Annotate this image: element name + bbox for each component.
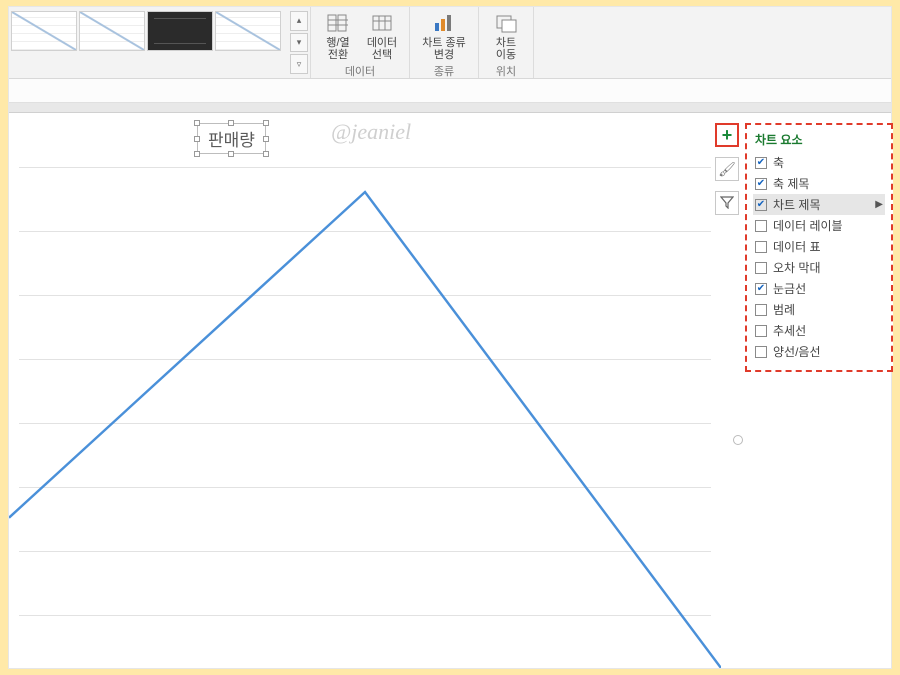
switch-row-col-icon xyxy=(326,11,350,35)
chart-elements-button[interactable]: + xyxy=(715,123,739,147)
group-caption: 위치 xyxy=(496,63,516,79)
gallery-scroll-up-icon[interactable]: ▴ xyxy=(290,11,308,31)
resize-handle[interactable] xyxy=(263,151,269,157)
menu-item[interactable]: 차트 제목 ▶ xyxy=(753,194,885,215)
group-caption: 데이터 xyxy=(345,63,375,79)
menu-item[interactable]: 오차 막대 xyxy=(753,257,885,278)
checkbox[interactable] xyxy=(755,304,767,316)
chart-style-thumb[interactable] xyxy=(11,11,77,51)
chart-style-gallery[interactable]: ▴ ▾ ▿ xyxy=(9,7,311,78)
gallery-scroll-down-icon[interactable]: ▾ xyxy=(290,33,308,53)
formula-bar-area xyxy=(9,79,891,103)
chart-styles-button[interactable]: 🖌 xyxy=(715,157,739,181)
app-frame: ▴ ▾ ▿ 행/열전환 데이터선택 데이 xyxy=(8,6,892,669)
button-label: 차트이동 xyxy=(496,37,516,61)
menu-item-label: 양선/음선 xyxy=(773,343,821,360)
ribbon-group-location: 차트이동 위치 xyxy=(479,7,534,78)
menu-item[interactable]: 데이터 레이블 xyxy=(753,215,885,236)
resize-handle[interactable] xyxy=(263,120,269,126)
menu-item-label: 축 xyxy=(773,154,784,171)
chart-plot-area[interactable] xyxy=(9,167,721,668)
resize-handle[interactable] xyxy=(228,151,234,157)
chart-title[interactable]: 판매량 xyxy=(197,123,266,154)
menu-item[interactable]: 양선/음선 xyxy=(753,341,885,362)
select-data-icon xyxy=(370,11,394,35)
resize-handle[interactable] xyxy=(194,136,200,142)
chart-style-thumb[interactable] xyxy=(79,11,145,51)
checkbox[interactable] xyxy=(755,241,767,253)
menu-item[interactable]: 눈금선 xyxy=(753,278,885,299)
button-label: 행/열전환 xyxy=(326,37,349,61)
menu-item-label: 데이터 표 xyxy=(773,238,821,255)
flyout-icon: ▶ xyxy=(875,199,883,210)
checkbox[interactable] xyxy=(755,346,767,358)
checkbox[interactable] xyxy=(755,325,767,337)
checkbox[interactable] xyxy=(755,283,767,295)
checkbox[interactable] xyxy=(755,157,767,169)
chart-title-text: 판매량 xyxy=(208,131,255,150)
gallery-more-icon[interactable]: ▿ xyxy=(290,54,308,74)
resize-handle[interactable] xyxy=(263,136,269,142)
resize-handle[interactable] xyxy=(194,151,200,157)
chart-style-thumb[interactable] xyxy=(147,11,213,51)
ribbon: ▴ ▾ ▿ 행/열전환 데이터선택 데이 xyxy=(9,7,891,79)
menu-item[interactable]: 축 xyxy=(753,152,885,173)
menu-item-label: 차트 제목 xyxy=(773,196,821,213)
row-separator xyxy=(9,103,891,113)
button-label: 차트 종류변경 xyxy=(422,37,466,61)
group-caption: 종류 xyxy=(434,63,454,79)
checkbox[interactable] xyxy=(755,199,767,211)
menu-title: 차트 요소 xyxy=(753,131,885,152)
chart-resize-handle[interactable] xyxy=(733,435,743,445)
ribbon-group-type: 차트 종류변경 종류 xyxy=(410,7,479,78)
menu-item[interactable]: 추세선 xyxy=(753,320,885,341)
brush-icon: 🖌 xyxy=(718,161,736,178)
menu-item[interactable]: 데이터 표 xyxy=(753,236,885,257)
resize-handle[interactable] xyxy=(228,120,234,126)
funnel-icon xyxy=(720,195,734,212)
checkbox[interactable] xyxy=(755,178,767,190)
menu-item-label: 축 제목 xyxy=(773,175,809,192)
move-chart-button[interactable]: 차트이동 xyxy=(485,9,527,63)
plus-icon: + xyxy=(722,126,733,144)
menu-item-label: 눈금선 xyxy=(773,280,806,297)
checkbox[interactable] xyxy=(755,262,767,274)
button-label: 데이터선택 xyxy=(367,37,397,61)
menu-item-label: 추세선 xyxy=(773,322,806,339)
chart-line-series xyxy=(9,167,721,668)
move-chart-icon xyxy=(494,11,518,35)
gallery-scroll[interactable]: ▴ ▾ ▿ xyxy=(290,11,308,74)
menu-item[interactable]: 범례 xyxy=(753,299,885,320)
menu-item-label: 데이터 레이블 xyxy=(773,217,843,234)
chart-style-thumb[interactable] xyxy=(215,11,281,51)
ribbon-group-data: 행/열전환 데이터선택 데이터 xyxy=(311,7,410,78)
change-chart-type-icon xyxy=(432,11,456,35)
chart-filters-button[interactable] xyxy=(715,191,739,215)
worksheet-area: @jeaniel 판매량 + 🖌 xyxy=(9,113,891,668)
chart-elements-menu: 차트 요소 축축 제목차트 제목 ▶ 데이터 레이블데이터 표오차 막대눈금선범례추… xyxy=(745,123,893,372)
change-chart-type-button[interactable]: 차트 종류변경 xyxy=(416,9,472,63)
menu-item-label: 오차 막대 xyxy=(773,259,821,276)
switch-row-col-button[interactable]: 행/열전환 xyxy=(317,9,359,63)
select-data-button[interactable]: 데이터선택 xyxy=(361,9,403,63)
menu-item[interactable]: 축 제목 xyxy=(753,173,885,194)
menu-item-label: 범례 xyxy=(773,301,795,318)
checkbox[interactable] xyxy=(755,220,767,232)
watermark: @jeaniel xyxy=(331,119,411,145)
resize-handle[interactable] xyxy=(194,120,200,126)
